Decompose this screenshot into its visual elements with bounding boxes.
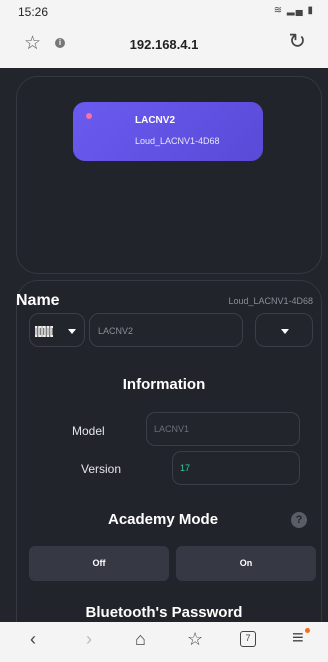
- back-icon[interactable]: ‹: [30, 630, 36, 648]
- notification-dot: [305, 628, 310, 633]
- name-device-id: Loud_LACNV1-4D68: [228, 296, 313, 306]
- device-panel: LACNV2 Loud_LACNV1-4D68: [16, 76, 322, 274]
- academy-off-button[interactable]: Off: [29, 546, 169, 581]
- academy-on-button[interactable]: On: [176, 546, 316, 581]
- status-bar: 15:26 ≋ ▂▄ ▮: [0, 0, 328, 22]
- device-name: LACNV2: [135, 115, 176, 126]
- status-dot: [86, 113, 92, 119]
- bluetooth-password-title: Bluetooth's Password: [85, 604, 243, 621]
- battery-icon: ▮: [307, 5, 314, 16]
- academy-mode-title: Academy Mode: [108, 511, 219, 528]
- model-label: Model: [72, 424, 105, 438]
- version-field: 17: [172, 451, 300, 485]
- name-heading: Name: [16, 292, 60, 309]
- browser-address-bar: ☆ i 192.168.4.1 ↻: [0, 22, 328, 68]
- wifi-icon: ≋: [273, 5, 284, 16]
- url-text[interactable]: 192.168.4.1: [0, 37, 328, 52]
- bottom-nav: ‹ › ⌂ ☆ 7 ≡: [0, 622, 328, 662]
- tabs-icon[interactable]: 7: [240, 631, 256, 647]
- favorites-icon[interactable]: ☆: [187, 630, 203, 648]
- reload-icon[interactable]: ↻: [288, 31, 306, 52]
- device-id: Loud_LACNV1-4D68: [135, 136, 220, 146]
- option-select[interactable]: [255, 313, 313, 347]
- model-field: LACNV1: [146, 412, 300, 446]
- signal-icon: ▂▄: [286, 5, 304, 16]
- status-time: 15:26: [18, 5, 49, 19]
- status-icons: ≋ ▂▄ ▮: [274, 5, 314, 16]
- help-icon[interactable]: ?: [291, 512, 307, 528]
- web-content: LACNV2 Loud_LACNV1-4D68 Name Loud_LACNV1…: [0, 68, 328, 622]
- menu-icon[interactable]: ≡: [292, 628, 304, 648]
- chevron-down-icon: [281, 329, 289, 334]
- device-card[interactable]: LACNV2 Loud_LACNV1-4D68: [73, 102, 263, 161]
- home-icon[interactable]: ⌂: [135, 630, 146, 648]
- information-title: Information: [122, 376, 206, 393]
- name-input[interactable]: LACNV2: [89, 313, 243, 347]
- film-icon: [35, 326, 53, 337]
- forward-icon[interactable]: ›: [86, 630, 92, 648]
- version-label: Version: [81, 462, 122, 476]
- chevron-down-icon: [68, 329, 76, 334]
- icon-select[interactable]: [29, 313, 85, 347]
